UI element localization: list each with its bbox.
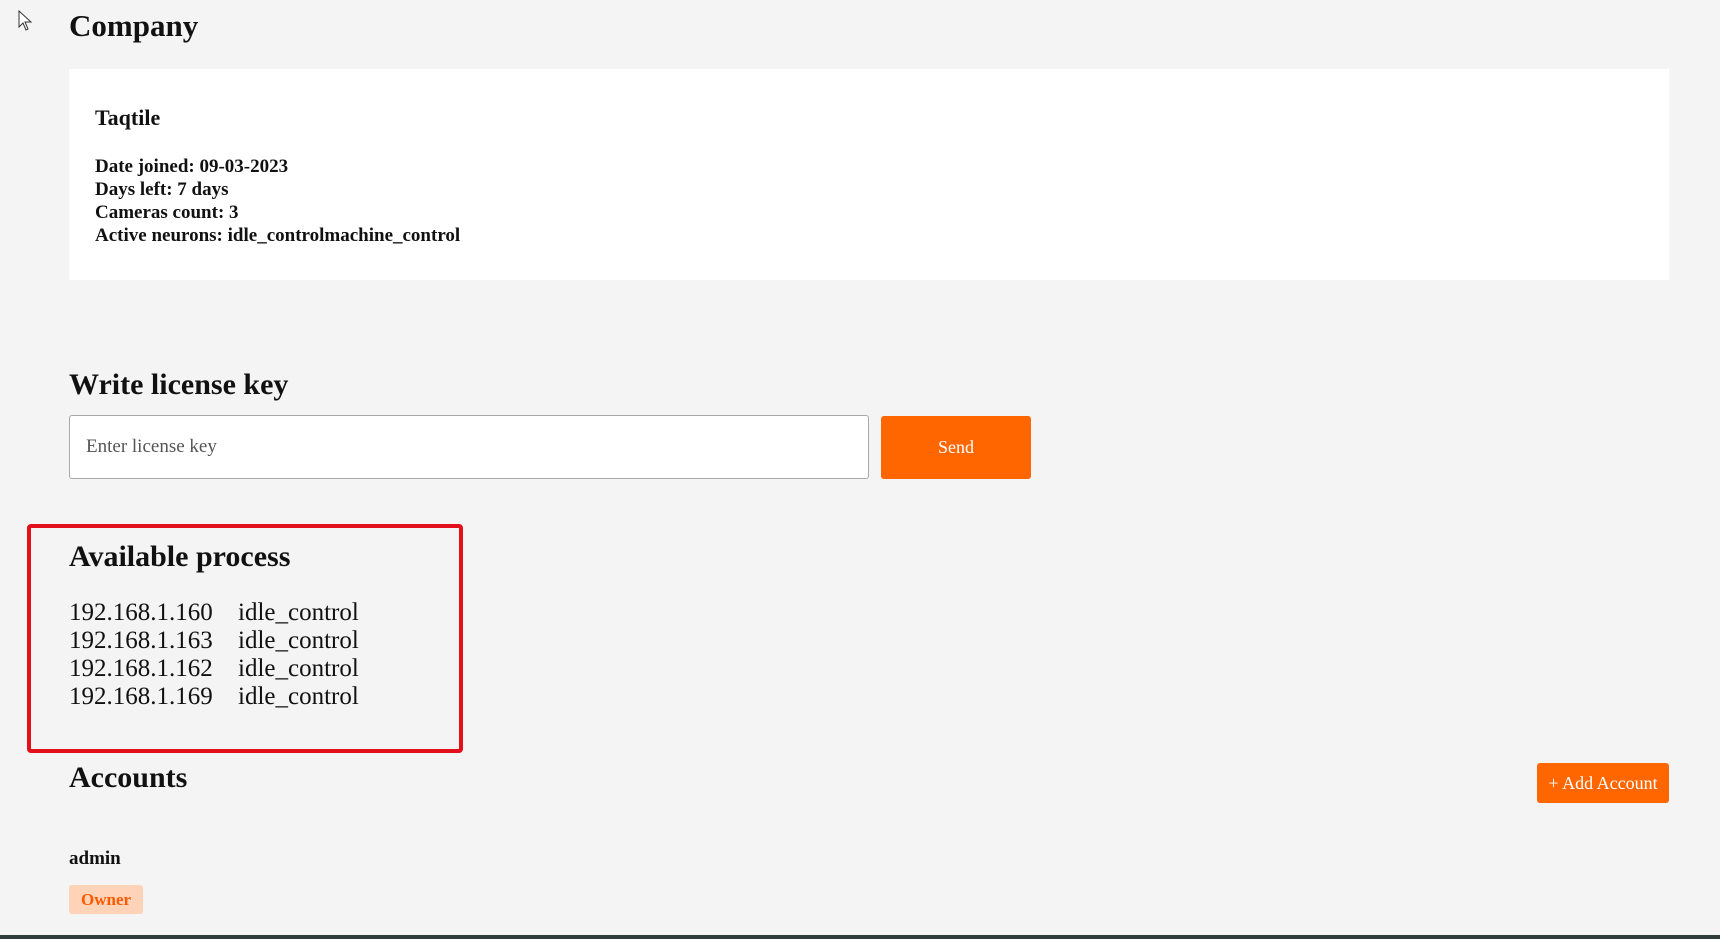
process-row: 192.168.1.162 idle_control — [69, 655, 359, 683]
company-card: Taqtile Date joined: 09-03-2023 Days lef… — [69, 69, 1669, 280]
process-ip: 192.168.1.160 — [69, 599, 213, 626]
company-name: Taqtile — [95, 105, 161, 130]
role-badge: Owner — [69, 885, 144, 914]
process-row: 192.168.1.169 idle_control — [69, 683, 359, 711]
process-list: 192.168.1.160 idle_control 192.168.1.163… — [69, 599, 359, 711]
license-key-input[interactable] — [69, 415, 869, 479]
process-row: 192.168.1.160 idle_control — [69, 599, 359, 627]
process-name: idle_control — [238, 627, 359, 654]
license-heading: Write license key — [69, 368, 289, 401]
bottom-border — [0, 935, 1720, 939]
process-name: idle_control — [238, 683, 359, 710]
active-neurons: Active neurons: idle_controlmachine_cont… — [95, 225, 461, 246]
cameras-count: Cameras count: 3 — [95, 202, 239, 223]
available-process-heading: Available process — [69, 540, 291, 573]
mouse-pointer-icon — [18, 10, 33, 31]
process-ip: 192.168.1.163 — [69, 627, 213, 654]
company-heading: Company — [69, 8, 199, 43]
date-joined: Date joined: 09-03-2023 — [95, 156, 289, 177]
process-name: idle_control — [238, 599, 359, 626]
send-button[interactable]: Send — [881, 416, 1031, 479]
process-row: 192.168.1.163 idle_control — [69, 627, 359, 655]
accounts-heading: Accounts — [69, 761, 188, 794]
add-account-button[interactable]: + Add Account — [1537, 763, 1669, 803]
days-left: Days left: 7 days — [95, 179, 229, 200]
process-name: idle_control — [238, 655, 359, 682]
account-username: admin — [69, 848, 121, 869]
process-ip: 192.168.1.169 — [69, 683, 213, 710]
process-ip: 192.168.1.162 — [69, 655, 213, 682]
